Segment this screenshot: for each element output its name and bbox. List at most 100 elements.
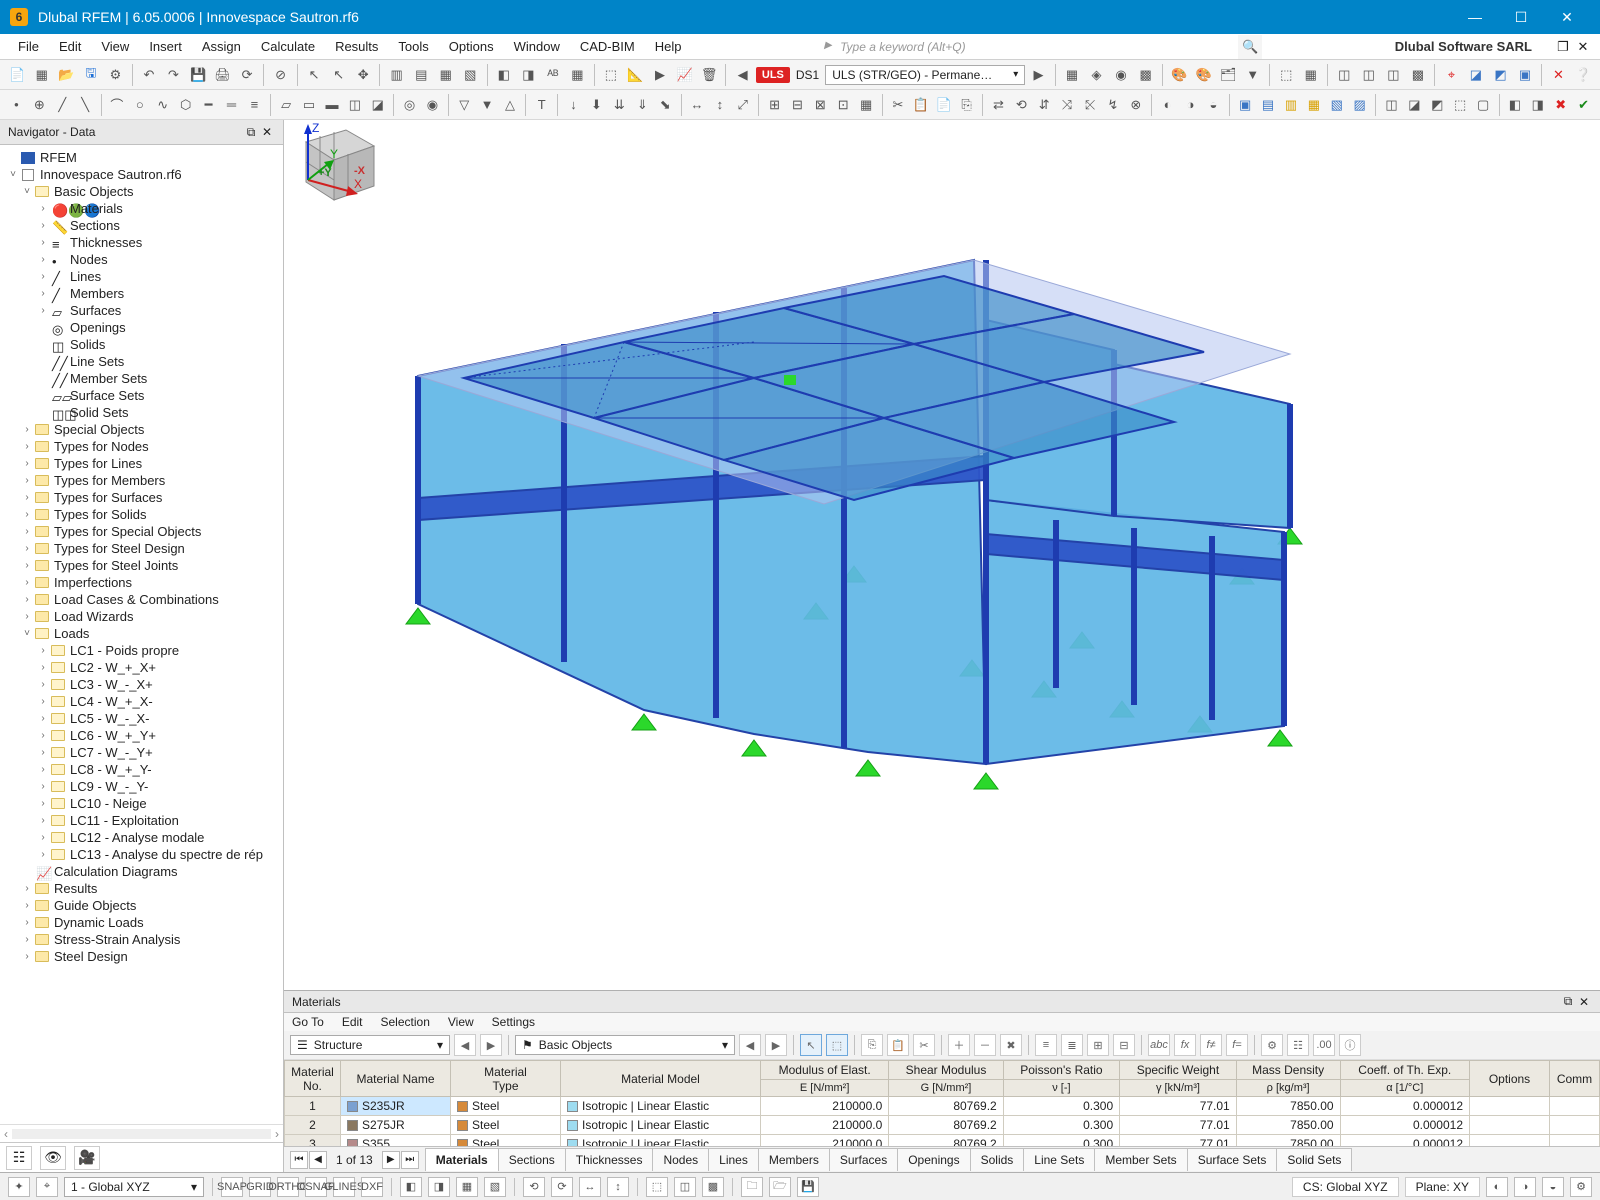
- sb-icon-a[interactable]: ✦: [8, 1177, 30, 1197]
- node2-icon[interactable]: ⊕: [29, 93, 50, 117]
- nav-folder-types-for-steel-joints[interactable]: ›Types for Steel Joints: [4, 557, 283, 574]
- menu-window[interactable]: Window: [504, 36, 570, 57]
- tl-b-icon[interactable]: ⊟: [787, 93, 808, 117]
- txt-icon[interactable]: T: [531, 93, 552, 117]
- e2-icon[interactable]: ▦: [1300, 63, 1323, 87]
- shd-c-icon[interactable]: ◩: [1427, 93, 1448, 117]
- shd-b-icon[interactable]: ◪: [1404, 93, 1425, 117]
- sup-icon[interactable]: ▽: [454, 93, 475, 117]
- ld-d-icon[interactable]: ⇓: [632, 93, 653, 117]
- dim-c-icon[interactable]: ⤢: [732, 93, 753, 117]
- menu-options[interactable]: Options: [439, 36, 504, 57]
- nav-folder-types-for-nodes[interactable]: ›Types for Nodes: [4, 438, 283, 455]
- mt-fx4-icon[interactable]: f=: [1226, 1034, 1248, 1056]
- nav-a-icon[interactable]: ◧: [493, 63, 516, 87]
- tr-c-icon[interactable]: ⇵: [1034, 93, 1055, 117]
- nav-folder-types-for-special-objects[interactable]: ›Types for Special Objects: [4, 523, 283, 540]
- cancel-icon[interactable]: ⊘: [269, 63, 292, 87]
- panel-d-icon[interactable]: ▧: [459, 63, 482, 87]
- nav-folder-dynamic-loads[interactable]: ›Dynamic Loads: [4, 914, 283, 931]
- doc-close-button[interactable]: ✕: [1574, 38, 1592, 56]
- nav-folder-guide-objects[interactable]: ›Guide Objects: [4, 897, 283, 914]
- materials-tab-solids[interactable]: Solids: [970, 1148, 1025, 1171]
- save-icon[interactable]: 🖫: [80, 63, 103, 87]
- tr-a-icon[interactable]: ⇄: [988, 93, 1009, 117]
- pal-b-icon[interactable]: 🎨: [1192, 63, 1215, 87]
- nav-footer-cam-icon[interactable]: 🎥: [74, 1146, 100, 1170]
- lc-prev-icon[interactable]: ◀: [731, 63, 754, 87]
- tg-a-icon[interactable]: ◧: [1504, 93, 1525, 117]
- help-icon[interactable]: ❔: [1572, 63, 1595, 87]
- tg-b-icon[interactable]: ◨: [1527, 93, 1548, 117]
- vw-c-icon[interactable]: ◒: [1203, 93, 1224, 117]
- materials-table[interactable]: MaterialNo.Material NameMaterialTypeMate…: [284, 1060, 1600, 1146]
- mt-paste-icon[interactable]: 📋: [887, 1034, 909, 1056]
- iso3-icon[interactable]: ▣: [1514, 63, 1537, 87]
- tl-a-icon[interactable]: ⊞: [764, 93, 785, 117]
- menu-insert[interactable]: Insert: [139, 36, 192, 57]
- nav-load-lc8[interactable]: ›LC8 - W_+_Y-: [4, 761, 283, 778]
- nav-bo-solid-sets[interactable]: ◫◫Solid Sets: [4, 404, 283, 421]
- extra2-icon[interactable]: 📐: [624, 63, 647, 87]
- nav-bo-members[interactable]: ›╱Members: [4, 285, 283, 302]
- tr-e-icon[interactable]: ⤪: [1080, 93, 1101, 117]
- menu-file[interactable]: File: [8, 36, 49, 57]
- sb-d2[interactable]: ⟳: [551, 1177, 573, 1197]
- nav-load-lc13[interactable]: ›LC13 - Analyse du spectre de rép: [4, 846, 283, 863]
- sb-f2[interactable]: 🗁: [769, 1177, 791, 1197]
- sb-e1[interactable]: ⬚: [646, 1177, 668, 1197]
- ld-a-icon[interactable]: ↓: [563, 93, 584, 117]
- menu-assign[interactable]: Assign: [192, 36, 251, 57]
- ws-a-icon[interactable]: ◫: [1333, 63, 1356, 87]
- poly-icon[interactable]: ⬡: [175, 93, 196, 117]
- bo-next-icon[interactable]: ▶: [765, 1034, 787, 1056]
- mt-f4-icon[interactable]: ⊟: [1113, 1034, 1135, 1056]
- dim-b-icon[interactable]: ↕: [709, 93, 730, 117]
- pal-c-icon[interactable]: 🗂: [1217, 63, 1240, 87]
- sol-icon[interactable]: ◫: [344, 93, 365, 117]
- sb-b3[interactable]: ORTHO: [277, 1177, 299, 1197]
- ptr2-icon[interactable]: ↖: [327, 63, 350, 87]
- open-icon[interactable]: 📂: [55, 63, 78, 87]
- close-button[interactable]: ✕: [1544, 0, 1590, 34]
- pager-last-icon[interactable]: ⏭: [401, 1151, 419, 1169]
- sb-c3[interactable]: ▦: [456, 1177, 478, 1197]
- print-icon[interactable]: 🖨: [211, 63, 234, 87]
- mt-del2-icon[interactable]: ✖: [1000, 1034, 1022, 1056]
- viewport-3d[interactable]: +Y -X Z X Y: [284, 120, 1600, 990]
- circle-icon[interactable]: ○: [129, 93, 150, 117]
- spline-icon[interactable]: ∿: [152, 93, 173, 117]
- materials-tab-nodes[interactable]: Nodes: [652, 1148, 709, 1171]
- nav-footer-eye-icon[interactable]: 👁: [40, 1146, 66, 1170]
- nav-root[interactable]: RFEM: [4, 149, 283, 166]
- ed-d-icon[interactable]: ⎘: [956, 93, 977, 117]
- mt-add-icon[interactable]: ＋: [948, 1034, 970, 1056]
- nav-load-lc12[interactable]: ›LC12 - Analyse modale: [4, 829, 283, 846]
- nav-bo-surface-sets[interactable]: ▱▱Surface Sets: [4, 387, 283, 404]
- materials-structure-dropdown[interactable]: ☰ Structure▾: [290, 1035, 450, 1055]
- memb-icon[interactable]: ━: [198, 93, 219, 117]
- ld-b-icon[interactable]: ⬇: [586, 93, 607, 117]
- nav-folder-stress-strain-analysis[interactable]: ›Stress-Strain Analysis: [4, 931, 283, 948]
- nav-load-lc7[interactable]: ›LC7 - W_-_Y+: [4, 744, 283, 761]
- mt-cut-icon[interactable]: ✂: [913, 1034, 935, 1056]
- tr-d-icon[interactable]: ⤨: [1057, 93, 1078, 117]
- tl-e-icon[interactable]: ▦: [856, 93, 877, 117]
- minimize-button[interactable]: —: [1452, 0, 1498, 34]
- grid-icon[interactable]: ▦: [566, 63, 589, 87]
- ok-icon[interactable]: ✔: [1573, 93, 1594, 117]
- materials-tab-member-sets[interactable]: Member Sets: [1094, 1148, 1187, 1171]
- sb-g1[interactable]: ◐: [1486, 1177, 1508, 1197]
- reload-icon[interactable]: ⟳: [236, 63, 259, 87]
- nav-folder-imperfections[interactable]: ›Imperfections: [4, 574, 283, 591]
- navigator-h-scroll[interactable]: ‹›: [0, 1124, 283, 1142]
- nav-bo-lines[interactable]: ›╱Lines: [4, 268, 283, 285]
- materials-tab-members[interactable]: Members: [758, 1148, 830, 1171]
- nav-bo-sections[interactable]: ›📏Sections: [4, 217, 283, 234]
- panel-c-icon[interactable]: ▦: [435, 63, 458, 87]
- materials-menu-settings[interactable]: Settings: [492, 1015, 535, 1029]
- mt-fx1-icon[interactable]: abc: [1148, 1034, 1170, 1056]
- nav-folder-types-for-surfaces[interactable]: ›Types for Surfaces: [4, 489, 283, 506]
- line2-icon[interactable]: ╲: [75, 93, 96, 117]
- menu-tools[interactable]: Tools: [388, 36, 438, 57]
